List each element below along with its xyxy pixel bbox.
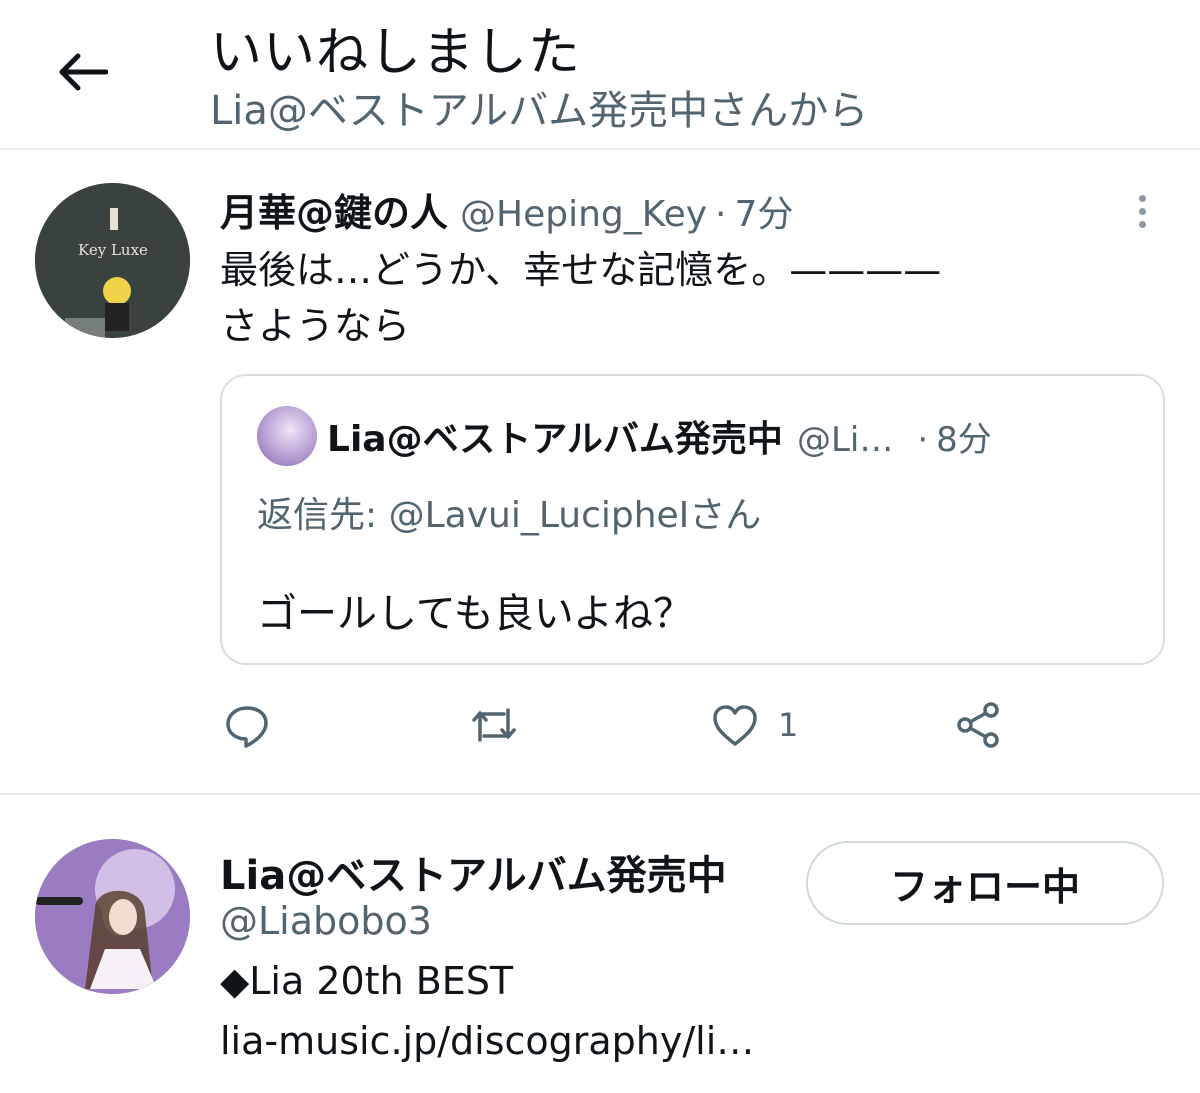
reply-button[interactable] [222, 695, 272, 755]
page-header: いいねしました Lia@ベストアルバム発売中さんから [0, 0, 1200, 150]
tweet-author-name[interactable]: 月華@鍵の人 [220, 182, 448, 237]
reply-to: 返信先: @Lavui_LucipheIさん [257, 486, 761, 538]
tweet-text: 最後は…どうか、幸せな記憶を。———— さようなら [220, 242, 1160, 354]
heart-icon [713, 705, 757, 746]
retweet-icon [472, 708, 516, 742]
share-icon [957, 702, 999, 748]
page-title: いいねしました [210, 23, 582, 83]
tweet-author-avatar[interactable]: Key Luxe [35, 183, 190, 338]
quote-author-name: Lia@ベストアルバム発売中 [327, 419, 783, 460]
avatar-image [35, 839, 190, 994]
quote-text: ゴールしても良いよね？ [257, 591, 693, 637]
quote-header: Lia@ベストアルバム発売中 @Li… · 8分 [327, 410, 1147, 460]
separator-dot: · [715, 194, 727, 235]
user-card[interactable]: Lia@ベストアルバム発売中 @Liabobo3 ◆Lia 20th BEST … [0, 797, 1200, 1093]
arrow-left-icon [59, 53, 108, 91]
tweet-time[interactable]: 7分 [734, 185, 793, 237]
user-avatar[interactable] [35, 839, 190, 994]
tweet-actions: 1 [220, 695, 1160, 755]
reply-to-label: 返信先: [257, 495, 378, 536]
share-button[interactable] [955, 695, 1003, 755]
quote-author-avatar [257, 406, 317, 466]
tweet-author-handle[interactable]: @Heping_Key [460, 194, 707, 235]
retweet-button[interactable] [468, 695, 520, 755]
liked-by-page: いいねしました Lia@ベストアルバム発売中さんから Key Luxe 月華@鍵… [0, 0, 1200, 1093]
reply-icon [226, 706, 268, 748]
tweet-text-line: 最後は…どうか、幸せな記憶を。———— [220, 248, 942, 292]
quoted-tweet[interactable]: Lia@ベストアルバム発売中 @Li… · 8分 返信先: @Lavui_Luc… [220, 374, 1165, 665]
page-subtitle: Lia@ベストアルバム発売中さんから [210, 88, 869, 134]
user-name[interactable]: Lia@ベストアルバム発売中 [220, 843, 727, 901]
like-count: 1 [778, 706, 799, 744]
following-button[interactable]: フォロー中 [806, 841, 1164, 925]
like-button[interactable]: 1 [710, 695, 798, 755]
user-bio-line: ◆Lia 20th BEST [220, 959, 514, 1003]
more-vertical-icon [1138, 194, 1146, 202]
tweet-header: 月華@鍵の人 @Heping_Key · 7分 [220, 182, 1120, 237]
avatar-image: Key Luxe [35, 183, 190, 338]
reply-to-handle[interactable]: @Lavui_LucipheIさん [389, 495, 762, 536]
tweet-text-line: さようなら [220, 304, 411, 348]
quote-author-handle: @Li… [796, 420, 894, 460]
more-options-button[interactable] [1122, 186, 1162, 236]
back-button[interactable] [50, 40, 114, 104]
quote-time: 8分 [936, 420, 992, 460]
tweet[interactable]: Key Luxe 月華@鍵の人 @Heping_Key · 7分 最後は…どうか… [0, 150, 1200, 795]
separator-dot: · [917, 420, 929, 460]
user-bio-link[interactable]: lia-music.jp/discography/li… [220, 1019, 754, 1063]
user-handle[interactable]: @Liabobo3 [220, 899, 432, 943]
svg-text:Key Luxe: Key Luxe [78, 241, 148, 259]
